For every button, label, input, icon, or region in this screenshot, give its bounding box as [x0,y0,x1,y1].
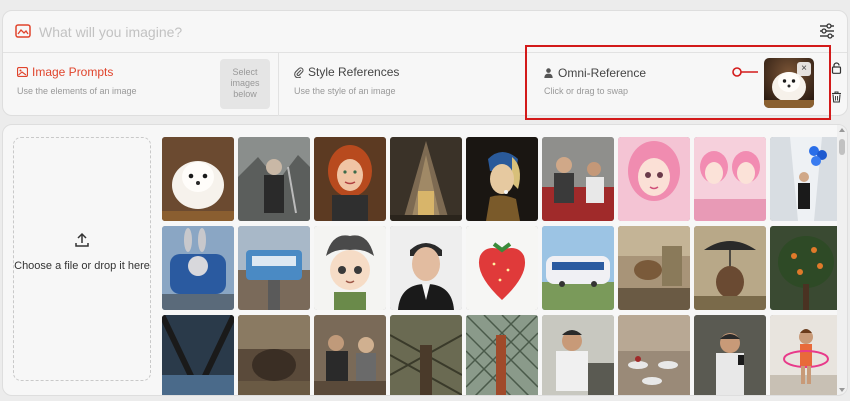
gallery-image[interactable] [694,315,766,395]
image-prompts-section[interactable]: Image Prompts Use the elements of an ima… [3,53,279,116]
upload-dropzone[interactable]: Choose a file or drop it here [13,137,151,381]
omni-reference-title: Omni-Reference [558,66,647,80]
gallery-image[interactable] [162,315,234,395]
gallery-image[interactable] [314,315,386,395]
style-references-subtitle: Use the style of an image [294,86,396,96]
gallery-image[interactable] [238,315,310,395]
gallery-image[interactable] [694,137,766,221]
gallery-panel: Choose a file or drop it here [2,124,848,396]
gallery-image[interactable] [770,226,842,310]
connector-icon [732,67,758,77]
trash-icon[interactable] [831,91,842,103]
select-images-box[interactable]: Select images below [220,59,270,109]
gallery-image[interactable] [162,137,234,221]
gallery-image[interactable] [542,315,614,395]
upload-icon [75,232,89,247]
prompt-input[interactable] [39,20,799,44]
gallery-image[interactable] [542,226,614,310]
sliders-icon[interactable] [819,23,835,39]
lock-icon[interactable] [831,62,842,74]
style-references-title: Style References [308,65,400,79]
gallery-scrollbar[interactable] [837,125,847,395]
image-icon[interactable] [15,24,31,38]
omni-reference-section[interactable]: Omni-Reference Click or drag to swap × [525,45,831,120]
gallery-image[interactable] [618,315,690,395]
scroll-thumb[interactable] [839,139,845,155]
gallery-image[interactable] [770,315,842,395]
paperclip-icon [294,66,304,78]
gallery-image[interactable] [770,137,842,221]
upload-label: Choose a file or drop it here [14,260,150,272]
gallery-image[interactable] [238,137,310,221]
image-grid [162,137,842,395]
gallery-image[interactable] [238,226,310,310]
gallery-image[interactable] [618,137,690,221]
gallery-image[interactable] [162,226,234,310]
gallery-image[interactable] [314,137,386,221]
image-icon [17,67,28,77]
gallery-image[interactable] [314,226,386,310]
gallery-image[interactable] [390,315,462,395]
gallery-image[interactable] [466,226,538,310]
scroll-up-arrow-icon[interactable] [839,128,845,132]
gallery-image[interactable] [466,137,538,221]
gallery-image[interactable] [466,315,538,395]
gallery-image[interactable] [618,226,690,310]
image-prompts-subtitle: Use the elements of an image [17,86,137,96]
omni-reference-subtitle: Click or drag to swap [544,86,629,96]
gallery-image[interactable] [542,137,614,221]
person-icon [544,68,553,78]
style-references-section[interactable]: Style References Use the style of an ima… [280,53,526,116]
gallery-image[interactable] [390,137,462,221]
gallery-image[interactable] [694,226,766,310]
image-prompts-title: Image Prompts [32,65,114,79]
omni-close-button[interactable]: × [797,62,811,76]
scroll-down-arrow-icon[interactable] [839,388,845,392]
gallery-image[interactable] [390,226,462,310]
